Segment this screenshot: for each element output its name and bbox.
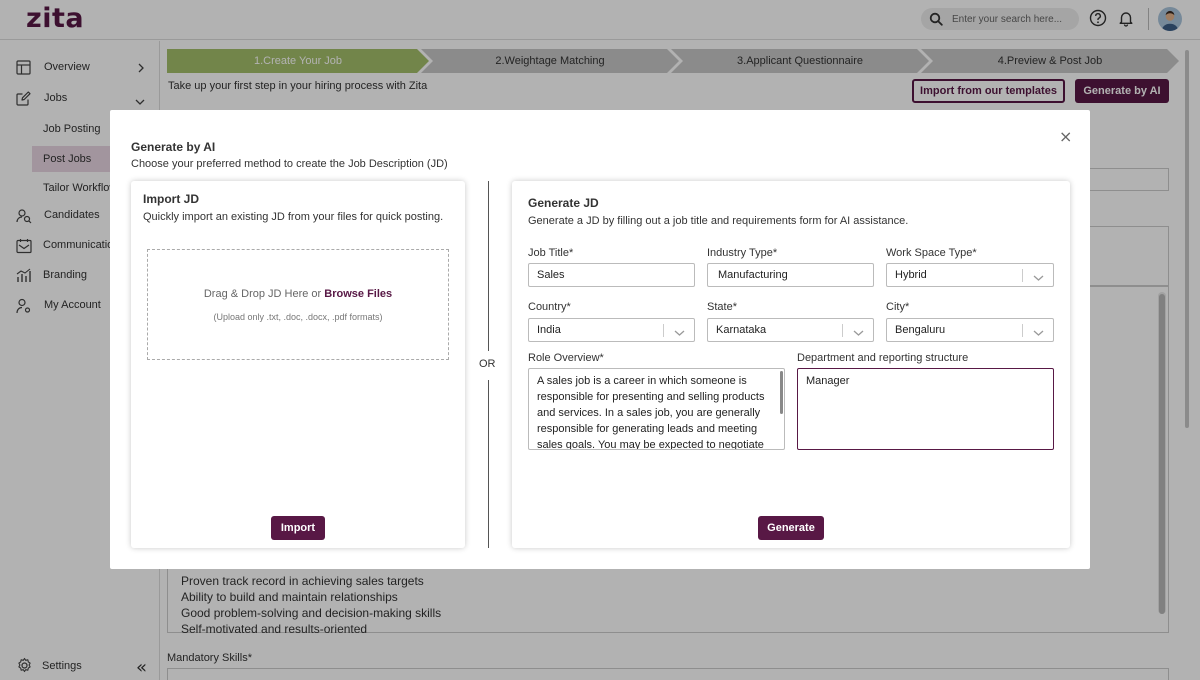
chevron-down-icon [674,326,685,340]
state-select[interactable]: Karnataka [707,318,874,342]
modal-subtitle: Choose your preferred method to create t… [131,158,448,170]
select-separator [663,324,664,337]
work-space-type-value: Hybrid [895,269,927,281]
state-label: State* [707,301,737,313]
country-label: Country* [528,301,571,313]
city-label: City* [886,301,910,313]
or-label: OR [479,358,496,370]
dropzone-format-hint: (Upload only .txt, .doc, .docx, .pdf for… [213,312,383,322]
department-textarea[interactable]: Manager [797,368,1054,450]
job-title-label: Job Title* [528,247,574,259]
generate-jd-title: Generate JD [528,196,599,210]
job-title-input[interactable]: Sales [528,263,695,287]
job-title-value: Sales [537,269,565,281]
department-text: Manager [806,375,850,387]
close-icon[interactable]: × [1059,127,1072,146]
industry-type-input[interactable]: Manufacturing [707,263,874,287]
state-value: Karnataka [716,324,767,336]
industry-type-label: Industry Type* [707,247,778,259]
textarea-scrollbar[interactable] [780,371,783,414]
country-select[interactable]: India [528,318,695,342]
city-select[interactable]: Bengaluru [886,318,1054,342]
chevron-down-icon [853,326,864,340]
work-space-type-select[interactable]: Hybrid [886,263,1054,287]
industry-type-value: Manufacturing [718,269,788,281]
or-divider-top [488,181,489,351]
modal-title: Generate by AI [131,140,216,154]
import-jd-card: Import JD Quickly import an existing JD … [131,181,465,548]
import-button[interactable]: Import [271,516,325,540]
city-value: Bengaluru [895,324,946,336]
chevron-down-icon [1033,271,1044,285]
import-jd-title: Import JD [143,192,200,206]
work-space-type-label: Work Space Type* [886,247,977,259]
department-label: Department and reporting structure [797,352,969,364]
role-overview-textarea[interactable]: A sales job is a career in which someone… [528,368,785,450]
select-separator [842,324,843,337]
dropzone-text: Drag & Drop JD Here or Browse Files [203,288,393,300]
file-dropzone[interactable]: Drag & Drop JD Here or Browse Files (Upl… [147,249,449,360]
generate-by-ai-modal: Generate by AI Choose your preferred met… [110,110,1090,569]
select-separator [1022,324,1023,337]
role-overview-label: Role Overview* [528,352,604,364]
or-divider-bottom [488,380,489,548]
import-jd-subtitle: Quickly import an existing JD from your … [143,211,444,223]
browse-files-link[interactable]: Browse Files [324,288,392,300]
chevron-down-icon [1033,326,1044,340]
generate-jd-subtitle: Generate a JD by filling out a job title… [528,215,909,227]
role-overview-text: A sales job is a career in which someone… [537,375,765,450]
select-separator [1022,269,1023,282]
generate-button[interactable]: Generate [758,516,824,540]
generate-jd-card: Generate JD Generate a JD by filling out… [512,181,1070,548]
country-value: India [537,324,561,336]
